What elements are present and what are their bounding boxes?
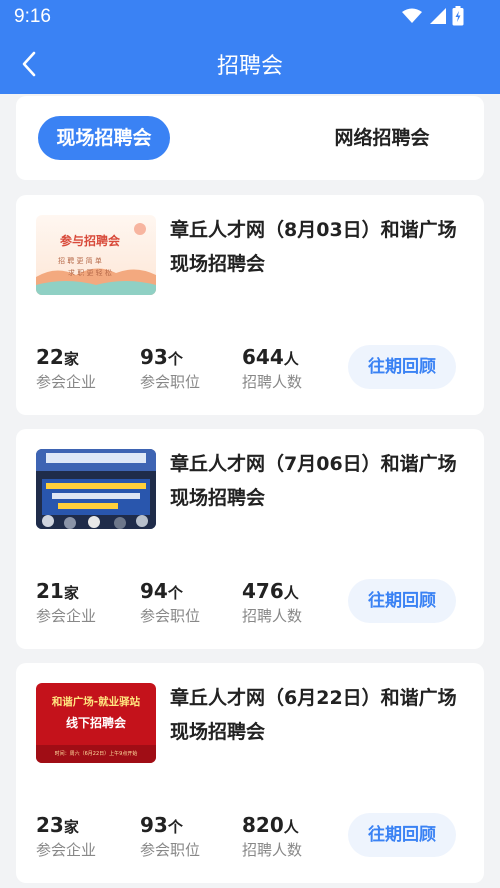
stat-unit: 家 bbox=[63, 350, 79, 368]
event-card[interactable]: 和谐广场-就业驿站 线下招聘会 时间：周六（6月22日）上午9点开始 章丘人才网… bbox=[16, 663, 484, 883]
thumbnail-text: 和谐广场-就业驿站 bbox=[51, 695, 141, 708]
stat-unit: 人 bbox=[283, 350, 299, 368]
stat-companies: 21家 参会企业 bbox=[36, 579, 96, 626]
thumbnail-text: 参与招聘会 bbox=[60, 233, 121, 248]
signal-icon bbox=[430, 8, 446, 24]
event-card[interactable]: 参与招聘会 招 聘 更 简 单 求 职 更 轻 松 章丘人才网（8月03日）和谐… bbox=[16, 195, 484, 415]
status-time: 9:16 bbox=[14, 6, 51, 27]
stat-recruits: 476人 招聘人数 bbox=[242, 579, 302, 626]
event-title[interactable]: 章丘人才网（6月22日）和谐广场现场招聘会 bbox=[170, 681, 470, 749]
stat-value: 23 bbox=[36, 813, 64, 837]
stat-value: 644 bbox=[242, 345, 284, 369]
stat-positions: 93个 参会职位 bbox=[140, 813, 200, 860]
event-thumbnail: 和谐广场-就业驿站 线下招聘会 时间：周六（6月22日）上午9点开始 bbox=[36, 683, 156, 763]
tab-onsite-fair[interactable]: 现场招聘会 bbox=[38, 116, 170, 160]
stat-label: 参会企业 bbox=[36, 841, 97, 859]
stat-positions: 94个 参会职位 bbox=[140, 579, 200, 626]
review-button[interactable]: 往期回顾 bbox=[348, 813, 456, 857]
event-thumbnail: 参与招聘会 招 聘 更 简 单 求 职 更 轻 松 bbox=[36, 215, 156, 295]
stat-unit: 个 bbox=[167, 350, 183, 368]
thumbnail-text: 求 职 更 轻 松 bbox=[68, 268, 112, 277]
event-card[interactable]: 章丘人才网（7月06日）和谐广场现场招聘会 21家 参会企业 94个 参会职位 … bbox=[16, 429, 484, 649]
stat-unit: 人 bbox=[283, 584, 299, 602]
stat-label: 参会企业 bbox=[36, 373, 97, 391]
stat-label: 参会职位 bbox=[140, 607, 201, 625]
battery-icon bbox=[452, 6, 464, 26]
event-title[interactable]: 章丘人才网（8月03日）和谐广场现场招聘会 bbox=[170, 213, 470, 281]
stat-recruits: 820人 招聘人数 bbox=[242, 813, 302, 860]
stat-companies: 23家 参会企业 bbox=[36, 813, 96, 860]
stat-unit: 家 bbox=[63, 584, 79, 602]
stat-value: 94 bbox=[140, 579, 168, 603]
stat-unit: 家 bbox=[63, 818, 79, 836]
tabs-card: 现场招聘会 网络招聘会 bbox=[16, 96, 484, 180]
stat-value: 476 bbox=[242, 579, 284, 603]
review-button[interactable]: 往期回顾 bbox=[348, 345, 456, 389]
stat-value: 22 bbox=[36, 345, 64, 369]
stat-label: 招聘人数 bbox=[242, 841, 303, 859]
status-icons bbox=[402, 5, 464, 27]
thumbnail-text: 招 聘 更 简 单 bbox=[58, 256, 102, 265]
stat-recruits: 644人 招聘人数 bbox=[242, 345, 302, 392]
stat-positions: 93个 参会职位 bbox=[140, 345, 200, 392]
stat-value: 93 bbox=[140, 813, 168, 837]
status-bar: 9:16 bbox=[0, 0, 500, 34]
stat-unit: 人 bbox=[283, 818, 299, 836]
review-button[interactable]: 往期回顾 bbox=[348, 579, 456, 623]
thumbnail-text: 线下招聘会 bbox=[66, 715, 127, 730]
app-header: 9:16 招聘会 bbox=[0, 0, 500, 94]
event-title[interactable]: 章丘人才网（7月06日）和谐广场现场招聘会 bbox=[170, 447, 470, 515]
stat-label: 招聘人数 bbox=[242, 607, 303, 625]
nav-bar: 招聘会 bbox=[0, 34, 500, 94]
event-thumbnail bbox=[36, 449, 156, 529]
stat-label: 参会企业 bbox=[36, 607, 97, 625]
thumbnail-text: 时间：周六（6月22日）上午9点开始 bbox=[55, 750, 138, 757]
stat-unit: 个 bbox=[167, 818, 183, 836]
stat-value: 820 bbox=[242, 813, 284, 837]
stat-value: 93 bbox=[140, 345, 168, 369]
stat-label: 参会职位 bbox=[140, 841, 201, 859]
stat-value: 21 bbox=[36, 579, 64, 603]
stat-unit: 个 bbox=[167, 584, 183, 602]
tab-online-fair[interactable]: 网络招聘会 bbox=[316, 116, 448, 160]
stat-companies: 22家 参会企业 bbox=[36, 345, 96, 392]
wifi-icon bbox=[402, 8, 422, 23]
stat-label: 参会职位 bbox=[140, 373, 201, 391]
stat-label: 招聘人数 bbox=[242, 373, 303, 391]
page-title: 招聘会 bbox=[216, 54, 283, 79]
